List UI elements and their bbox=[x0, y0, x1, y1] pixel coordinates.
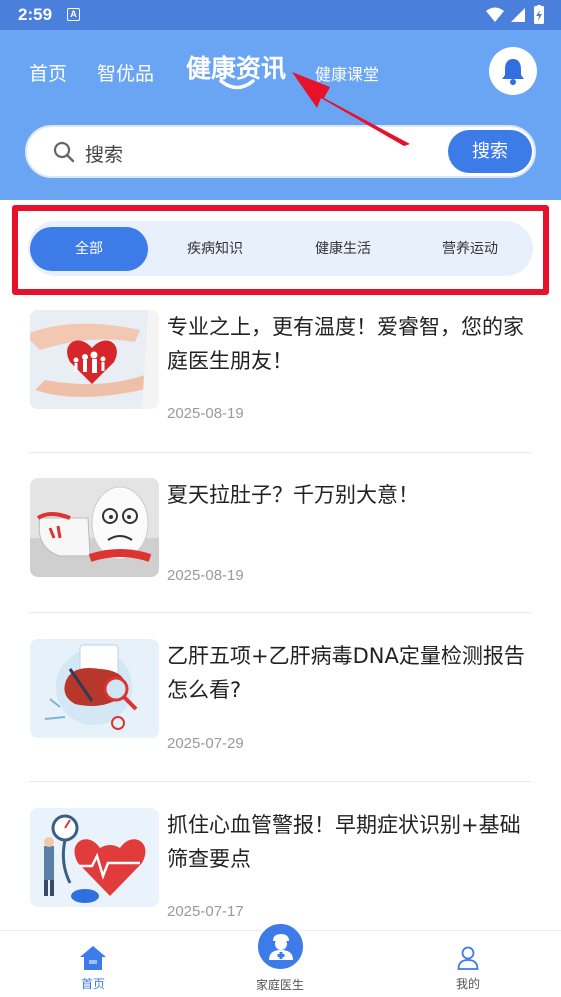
category-filter: 全部 疾病知识 健康生活 营养运动 bbox=[28, 221, 533, 276]
status-bar: 2:59 A bbox=[0, 0, 561, 30]
wifi-icon bbox=[486, 7, 504, 22]
category-healthy-life[interactable]: 健康生活 bbox=[284, 227, 402, 271]
article-title: 专业之上，更有温度！爱睿智，您的家庭医生朋友！ bbox=[167, 315, 524, 373]
status-time: 2:59 bbox=[18, 5, 53, 24]
tab-home[interactable]: 首页 bbox=[29, 59, 67, 86]
active-tab-indicator bbox=[219, 79, 255, 90]
article-title: 乙肝五项+乙肝病毒DNA定量检测报告怎么看? bbox=[167, 644, 525, 702]
divider bbox=[29, 612, 531, 613]
article-item[interactable]: 专业之上，更有温度！爱睿智，您的家庭医生朋友！ 2025-08-19 bbox=[29, 310, 531, 430]
bottom-nav-home[interactable]: 首页 bbox=[33, 931, 153, 997]
user-icon bbox=[457, 946, 479, 970]
home-icon bbox=[80, 946, 106, 970]
article-thumbnail bbox=[30, 478, 159, 577]
article-item[interactable]: 抓住心血管警报！早期症状识别+基础筛查要点 2025-07-17 bbox=[29, 808, 531, 926]
category-disease[interactable]: 疾病知识 bbox=[156, 227, 274, 271]
status-icons bbox=[486, 5, 544, 24]
app-screen: 2:59 A 首页 智优品 健康资讯 健康课堂 搜索 搜索 全部 疾病知识 健康… bbox=[0, 0, 561, 997]
tab-zhiyou[interactable]: 智优品 bbox=[97, 59, 154, 86]
category-nutrition-sport[interactable]: 营养运动 bbox=[411, 227, 529, 271]
bell-icon bbox=[502, 59, 524, 85]
divider bbox=[29, 781, 531, 782]
annotation-arrow-icon bbox=[292, 72, 410, 146]
article-date: 2025-07-29 bbox=[167, 735, 244, 752]
article-date: 2025-08-19 bbox=[167, 405, 244, 422]
article-item[interactable]: 夏天拉肚子？千万别大意！ 2025-08-19 bbox=[29, 478, 531, 590]
search-button[interactable]: 搜索 bbox=[448, 130, 532, 173]
article-thumbnail bbox=[30, 639, 159, 738]
article-thumbnail bbox=[30, 310, 159, 409]
notification-button[interactable] bbox=[489, 47, 537, 95]
article-title: 抓住心血管警报！早期症状识别+基础筛查要点 bbox=[167, 813, 521, 871]
article-thumbnail bbox=[30, 808, 159, 907]
search-icon bbox=[53, 141, 75, 163]
search-input[interactable]: 搜索 bbox=[85, 140, 123, 167]
signal-icon bbox=[511, 8, 525, 22]
bottom-nav-doctor[interactable]: 家庭医生 bbox=[220, 931, 340, 997]
bottom-nav-doctor-label: 家庭医生 bbox=[255, 978, 304, 992]
category-all[interactable]: 全部 bbox=[30, 227, 148, 271]
article-item[interactable]: 乙肝五项+乙肝病毒DNA定量检测报告怎么看? 2025-07-29 bbox=[29, 639, 531, 759]
article-date: 2025-08-19 bbox=[167, 567, 244, 584]
article-date: 2025-07-17 bbox=[167, 903, 244, 920]
bottom-nav-mine[interactable]: 我的 bbox=[408, 931, 528, 997]
notification-badge-icon: A bbox=[67, 8, 80, 21]
bottom-nav-mine-label: 我的 bbox=[455, 977, 480, 991]
bottom-nav: 首页 家庭医生 我的 bbox=[0, 921, 561, 997]
article-title: 夏天拉肚子？千万别大意！ bbox=[167, 483, 419, 507]
divider bbox=[29, 452, 531, 453]
bottom-nav-home-label: 首页 bbox=[80, 977, 105, 991]
